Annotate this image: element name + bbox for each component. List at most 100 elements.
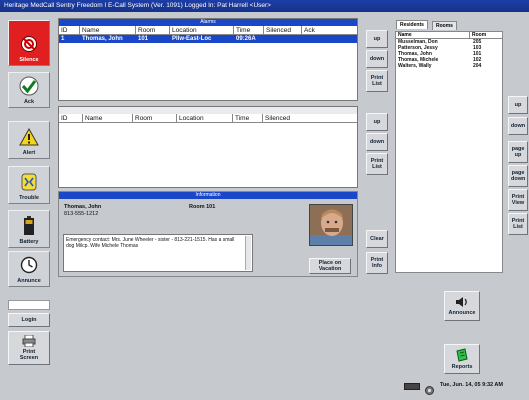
login-field[interactable] bbox=[8, 300, 50, 310]
alert-label: Alert bbox=[22, 150, 36, 156]
alert-button[interactable]: Alert bbox=[8, 121, 50, 159]
residents-col-room[interactable]: Room bbox=[470, 32, 502, 38]
reports-button[interactable]: Reports bbox=[444, 344, 480, 374]
up-label: up bbox=[373, 35, 381, 42]
alarms-print-list-button[interactable]: Print List bbox=[366, 70, 388, 92]
speaker-icon bbox=[455, 296, 469, 310]
lower-col-time[interactable]: Time bbox=[233, 114, 263, 122]
info-notes-textarea[interactable]: Emergency contact: Mrs. June Wheeler - s… bbox=[63, 234, 253, 272]
silence-button[interactable]: Silence bbox=[8, 20, 50, 66]
lower-down-button[interactable]: down bbox=[366, 133, 388, 151]
lower-col-silenced[interactable]: Silenced bbox=[263, 114, 357, 122]
alarms-col-silenced[interactable]: Silenced bbox=[264, 26, 302, 34]
alarm-silenced bbox=[264, 35, 302, 43]
up-label: up bbox=[514, 101, 522, 108]
residents-up-button[interactable]: up bbox=[508, 96, 528, 114]
battery-icon bbox=[18, 215, 40, 237]
resident-room: 204 bbox=[473, 63, 482, 69]
list-item[interactable]: Walters, Wally 204 bbox=[396, 63, 502, 69]
alarms-col-name[interactable]: Name bbox=[80, 26, 136, 34]
lower-print-list-button[interactable]: Print List bbox=[366, 153, 388, 175]
announce-left-label: Annunce bbox=[17, 278, 41, 284]
alarms-col-room[interactable]: Room bbox=[136, 26, 170, 34]
print-list-label: Print List bbox=[370, 157, 384, 170]
page-up-button[interactable]: page up bbox=[508, 141, 528, 163]
alarm-room: 101 bbox=[138, 36, 149, 42]
battery-button[interactable]: Battery bbox=[8, 210, 50, 248]
lower-col-location[interactable]: Location bbox=[177, 114, 233, 122]
ack-label: Ack bbox=[23, 99, 35, 105]
tab-residents[interactable]: Residents bbox=[396, 20, 428, 29]
announce-button[interactable]: Announce bbox=[444, 291, 480, 321]
lower-col-room[interactable]: Room bbox=[133, 114, 177, 122]
reports-icon bbox=[455, 348, 469, 364]
alarm-ack bbox=[302, 35, 357, 43]
printer-icon bbox=[22, 334, 36, 349]
alarms-col-time[interactable]: Time bbox=[234, 26, 264, 34]
print-list-label: Print List bbox=[511, 217, 525, 230]
ack-button[interactable]: Ack bbox=[8, 72, 50, 108]
info-notes-text: Emergency contact: Mrs. June Wheeler - s… bbox=[66, 237, 235, 250]
alarms-col-id[interactable]: ID bbox=[59, 26, 80, 34]
tab-rooms[interactable]: Rooms bbox=[432, 21, 457, 30]
lower-grid: ID Name Room Location Time Silenced bbox=[58, 106, 358, 188]
login-button[interactable]: Login bbox=[8, 313, 50, 327]
keyboard-status-icon bbox=[404, 383, 420, 390]
login-label: Login bbox=[21, 316, 37, 323]
lower-col-id[interactable]: ID bbox=[59, 114, 83, 122]
lower-header-row: ID Name Room Location Time Silenced bbox=[59, 114, 357, 123]
window-title-bar: Heritage MedCall Sentry Freedom I E-Call… bbox=[0, 0, 529, 12]
alarms-grid: Alarms ID Name Room Location Time Silenc… bbox=[58, 18, 358, 101]
window-title: Heritage MedCall Sentry Freedom I E-Call… bbox=[4, 2, 271, 9]
residents-list: Name Room Musselman, Don 205 Patterson, Je… bbox=[395, 31, 503, 273]
silence-label: Silence bbox=[19, 57, 39, 63]
resident-tabs: Residents Rooms bbox=[394, 18, 504, 32]
table-row[interactable]: 1 Thomas, John 101 Pllw-East-Loc 09:26A bbox=[59, 35, 357, 43]
battery-label: Battery bbox=[19, 239, 39, 245]
trouble-button[interactable]: Trouble bbox=[8, 166, 50, 204]
clock-icon bbox=[18, 254, 40, 276]
trouble-icon bbox=[18, 171, 40, 193]
alarm-id: 1 bbox=[61, 36, 65, 42]
clear-button[interactable]: Clear bbox=[366, 230, 388, 248]
announce-left-button[interactable]: Annunce bbox=[8, 251, 50, 287]
warning-icon bbox=[18, 126, 40, 148]
trouble-label: Trouble bbox=[19, 195, 39, 201]
lower-col-name[interactable]: Name bbox=[83, 114, 133, 122]
down-label: down bbox=[510, 122, 526, 129]
clear-label: Clear bbox=[370, 235, 384, 242]
print-screen-button[interactable]: Print Screen bbox=[8, 331, 50, 365]
down-label: down bbox=[369, 138, 385, 145]
place-on-vacation-button[interactable]: Place on Vacation bbox=[309, 258, 351, 274]
print-info-button[interactable]: Print Info bbox=[366, 252, 388, 274]
alarm-time: 09:26A bbox=[236, 36, 256, 42]
info-room: Room 101 bbox=[189, 204, 216, 210]
info-phone: 813-555-1212 bbox=[64, 211, 99, 217]
resident-photo bbox=[309, 204, 353, 246]
reports-label: Reports bbox=[451, 364, 473, 370]
residents-col-name[interactable]: Name bbox=[396, 32, 470, 38]
up-label: up bbox=[373, 118, 381, 125]
network-status-icon bbox=[425, 382, 434, 400]
information-title: Information bbox=[59, 192, 357, 199]
lower-up-button[interactable]: up bbox=[366, 113, 388, 131]
residents-print-list-button[interactable]: Print List bbox=[508, 213, 528, 235]
alarms-col-ack[interactable]: Ack bbox=[302, 26, 357, 34]
residents-down-button[interactable]: down bbox=[508, 117, 528, 135]
page-down-label: page down bbox=[511, 169, 526, 182]
silence-icon bbox=[18, 33, 40, 55]
page-down-button[interactable]: page down bbox=[508, 165, 528, 187]
alarms-down-button[interactable]: down bbox=[366, 50, 388, 68]
checkmark-icon bbox=[18, 75, 40, 97]
status-datetime: Tue, Jun. 14, 05 9:32 AM bbox=[440, 382, 503, 388]
info-name: Thomas, John bbox=[64, 204, 102, 210]
alarm-location: Pllw-East-Loc bbox=[172, 36, 212, 42]
notes-scrollbar[interactable] bbox=[245, 236, 251, 270]
alarms-up-button[interactable]: up bbox=[366, 30, 388, 48]
alarms-col-location[interactable]: Location bbox=[170, 26, 234, 34]
announce-label: Announce bbox=[448, 310, 476, 316]
place-on-vacation-label: Place on Vacation bbox=[318, 259, 342, 272]
print-view-button[interactable]: Print View bbox=[508, 189, 528, 211]
down-label: down bbox=[369, 55, 385, 62]
print-list-label: Print List bbox=[370, 74, 384, 87]
